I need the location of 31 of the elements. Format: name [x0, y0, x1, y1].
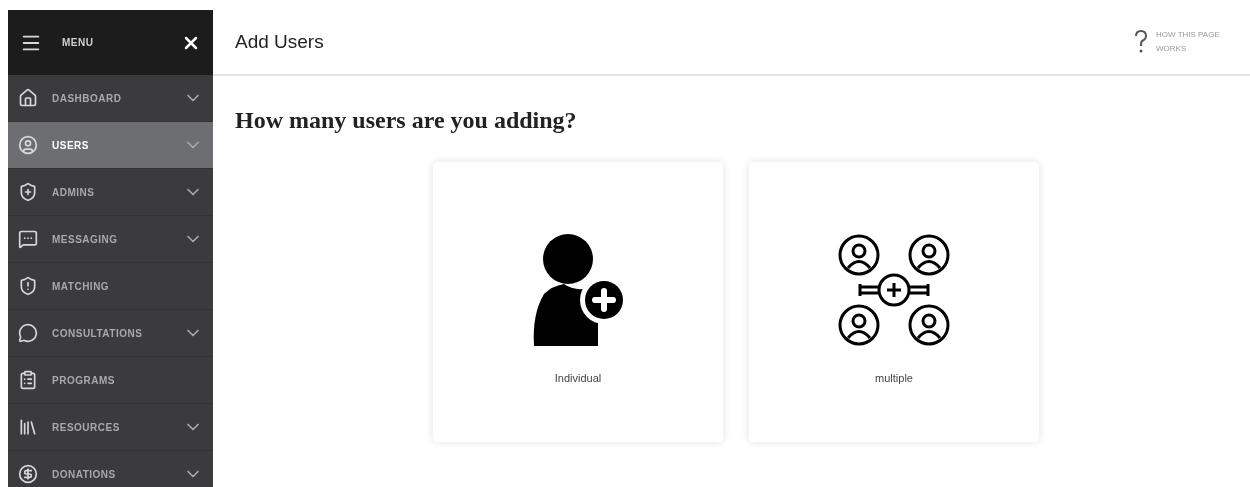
- question-heading: How many users are you adding?: [235, 106, 578, 135]
- sidebar-item-label: MATCHING: [52, 279, 110, 294]
- shield-icon: [18, 182, 38, 202]
- page-title: Add Users: [235, 29, 324, 54]
- sidebar-item-label: DASHBOARD: [52, 91, 122, 106]
- user-icon: [18, 135, 38, 155]
- books-icon: [18, 417, 38, 437]
- option-label: Individual: [554, 371, 602, 386]
- sidebar-item-label: DONATIONS: [52, 467, 116, 482]
- option-card[interactable]: Individual: [433, 162, 723, 442]
- help-link[interactable]: HOW THIS PAGE WORKS: [1134, 28, 1228, 56]
- clipboard-icon: [18, 370, 38, 390]
- sidebar-item[interactable]: USERS: [8, 122, 213, 169]
- question-mark-icon: [1134, 30, 1148, 54]
- sidebar-item-label: PROGRAMS: [52, 373, 115, 388]
- sidebar-item-label: RESOURCES: [52, 420, 120, 435]
- sidebar-item-label: MESSAGING: [52, 232, 118, 247]
- user-group-add-icon: [838, 234, 950, 346]
- dollar-icon: [18, 464, 38, 484]
- sidebar-item-label: USERS: [52, 138, 89, 153]
- message-icon: [18, 229, 38, 249]
- home-icon: [18, 88, 38, 108]
- help-link-label: HOW THIS PAGE WORKS: [1156, 29, 1221, 55]
- menu-title: MENU: [62, 36, 94, 50]
- option-card[interactable]: multiple: [749, 162, 1039, 442]
- sidebar-item-label: ADMINS: [52, 185, 95, 200]
- shield-icon: [18, 276, 38, 296]
- speech-bubble-icon: [18, 323, 38, 343]
- user-add-icon: [532, 234, 624, 346]
- option-label: multiple: [875, 371, 913, 386]
- sidebar-item-label: CONSULTATIONS: [52, 326, 143, 341]
